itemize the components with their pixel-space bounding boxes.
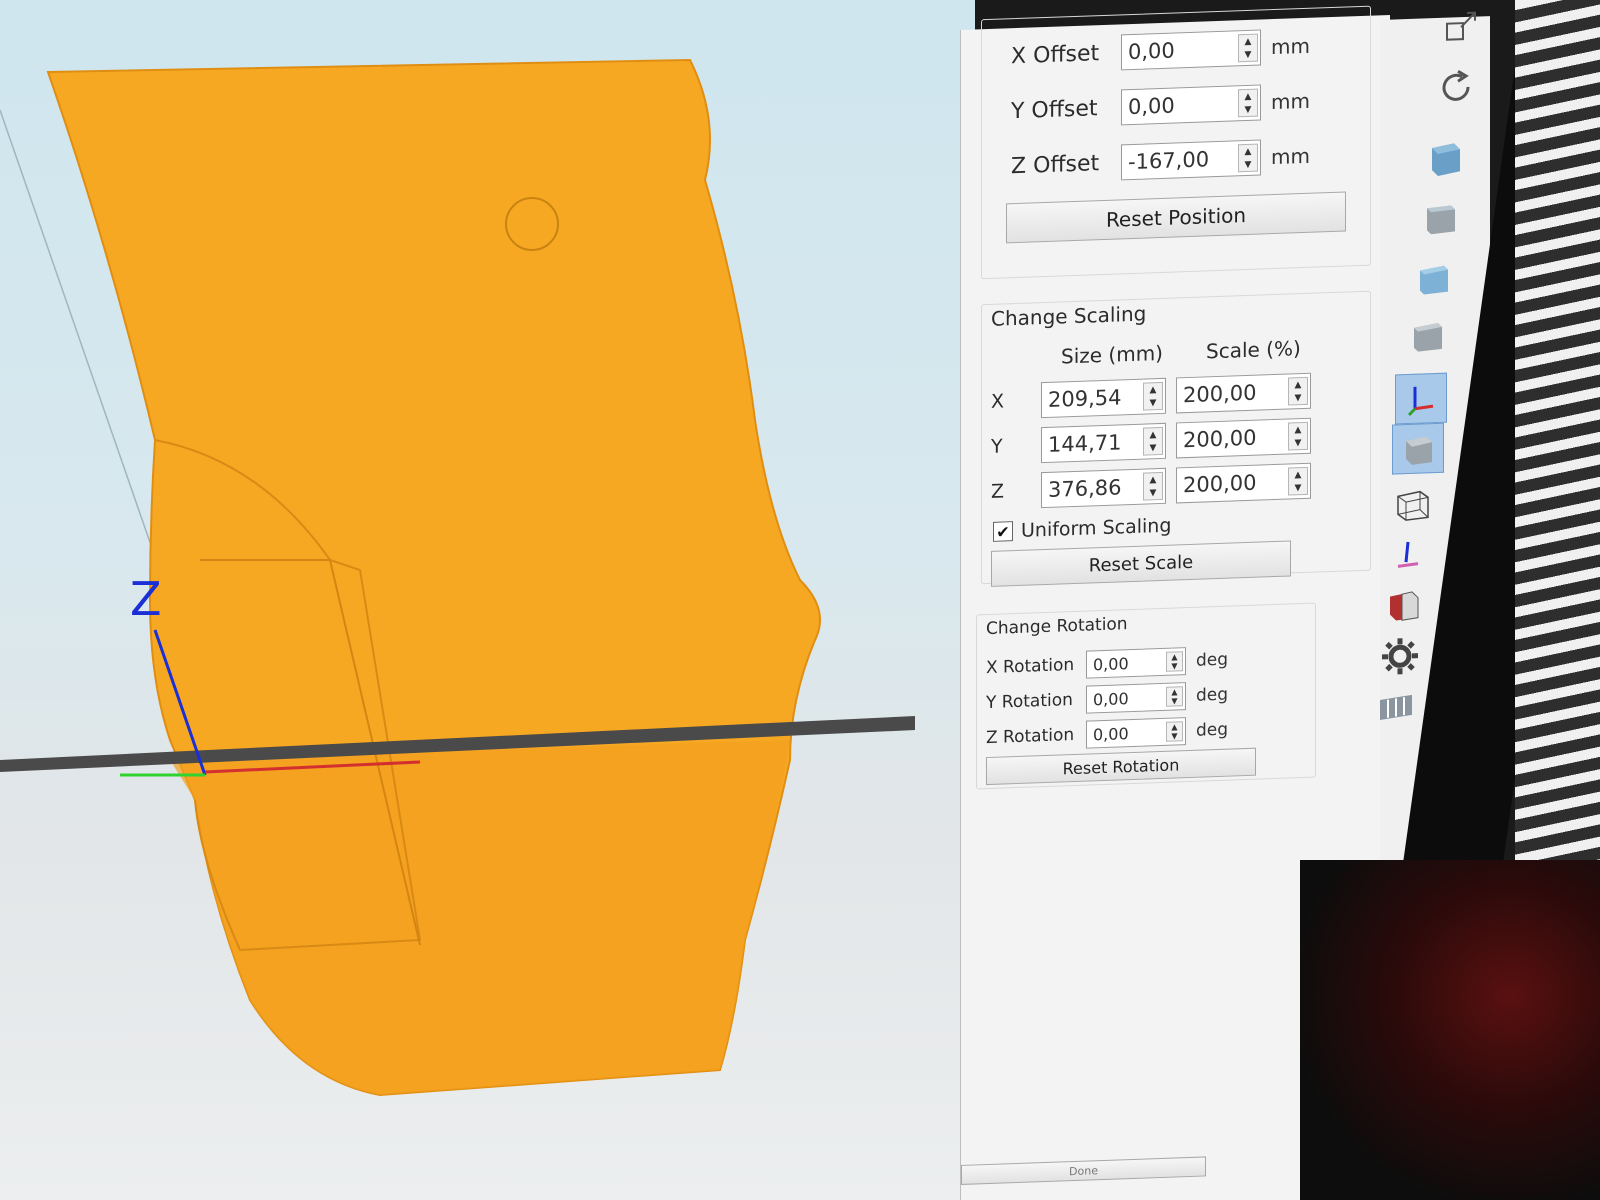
slicer-icon[interactable] — [1370, 681, 1422, 733]
scale-y-value: 200,00 — [1183, 425, 1257, 453]
y-offset-unit: mm — [1271, 88, 1310, 115]
x-rotation-spinner[interactable]: ▲ ▼ — [1166, 651, 1183, 672]
wireframe-cube-icon[interactable] — [1388, 478, 1440, 530]
scale-z-value: 200,00 — [1183, 470, 1257, 498]
z-offset-input[interactable]: -167,00 ▲ ▼ — [1121, 139, 1261, 181]
size-header: Size (mm) — [1061, 340, 1163, 369]
scale-axis-label: X — [991, 390, 1005, 413]
model-lower-shade — [170, 740, 790, 1095]
x-offset-value: 0,00 — [1128, 38, 1175, 65]
spin-down-icon[interactable]: ▼ — [1245, 49, 1252, 59]
y-rotation-unit: deg — [1196, 684, 1229, 706]
y-offset-input[interactable]: 0,00 ▲ ▼ — [1121, 84, 1261, 126]
y-rotation-spinner[interactable]: ▲ ▼ — [1166, 686, 1183, 707]
scale-x-spinner[interactable]: ▲ ▼ — [1288, 376, 1308, 406]
model-render: Z — [0, 58, 915, 1097]
y-offset-label: Y Offset — [1011, 95, 1098, 124]
solid-cube-icon[interactable] — [1392, 422, 1444, 475]
pointer-icon[interactable] — [1382, 528, 1434, 580]
scale-y-spinner[interactable]: ▲ ▼ — [1288, 421, 1308, 451]
x-offset-input[interactable]: 0,00 ▲ ▼ — [1121, 29, 1261, 71]
spin-down-icon[interactable]: ▼ — [1245, 159, 1252, 169]
uniform-scaling-checkbox[interactable]: ✔ — [993, 521, 1013, 542]
rotate-view-icon[interactable] — [1430, 61, 1482, 113]
x-offset-label: X Offset — [1011, 40, 1100, 69]
scale-x-value: 200,00 — [1183, 380, 1257, 408]
size-z-input[interactable]: 376,86 ▲ ▼ — [1041, 467, 1166, 509]
scale-z-spinner[interactable]: ▲ ▼ — [1288, 466, 1308, 496]
spin-up-icon[interactable]: ▲ — [1245, 91, 1252, 101]
spin-up-icon[interactable]: ▲ — [1150, 475, 1157, 485]
size-x-value: 209,54 — [1048, 385, 1122, 412]
size-z-spinner[interactable]: ▲ ▼ — [1143, 471, 1163, 501]
spin-up-icon[interactable]: ▲ — [1171, 652, 1177, 661]
spin-down-icon[interactable]: ▼ — [1295, 483, 1302, 493]
spin-up-icon[interactable]: ▲ — [1171, 722, 1177, 731]
spin-down-icon[interactable]: ▼ — [1150, 443, 1157, 453]
size-x-input[interactable]: 209,54 ▲ ▼ — [1041, 377, 1166, 419]
spin-up-icon[interactable]: ▲ — [1295, 425, 1302, 435]
x-rotation-label: X Rotation — [986, 655, 1075, 679]
spin-down-icon[interactable]: ▼ — [1171, 696, 1177, 705]
spin-up-icon[interactable]: ▲ — [1245, 146, 1252, 156]
x-rotation-unit: deg — [1196, 649, 1229, 671]
view-iso-icon[interactable] — [1420, 132, 1472, 184]
z-offset-spinner[interactable]: ▲ ▼ — [1238, 143, 1258, 173]
spin-up-icon[interactable]: ▲ — [1150, 430, 1157, 440]
spin-up-icon[interactable]: ▲ — [1150, 385, 1157, 395]
spin-down-icon[interactable]: ▼ — [1171, 731, 1177, 740]
view-top-icon[interactable] — [1402, 309, 1454, 361]
scale-axis-label: Y — [991, 435, 1003, 458]
spin-down-icon[interactable]: ▼ — [1295, 438, 1302, 448]
spin-up-icon[interactable]: ▲ — [1295, 380, 1302, 390]
scale-y-input[interactable]: 200,00 ▲ ▼ — [1176, 417, 1311, 459]
scale-x-input[interactable]: 200,00 ▲ ▼ — [1176, 372, 1311, 414]
spin-down-icon[interactable]: ▼ — [1150, 398, 1157, 408]
z-rotation-unit: deg — [1196, 719, 1229, 741]
y-rotation-input[interactable]: 0,00 ▲ ▼ — [1086, 682, 1186, 714]
view-side-icon[interactable] — [1408, 252, 1460, 304]
z-rotation-label: Z Rotation — [986, 725, 1075, 749]
x-offset-spinner[interactable]: ▲ ▼ — [1238, 33, 1258, 63]
view-front-icon[interactable] — [1415, 192, 1467, 244]
y-offset-spinner[interactable]: ▲ ▼ — [1238, 88, 1258, 118]
room-background — [1300, 860, 1600, 1200]
y-rotation-label: Y Rotation — [986, 690, 1073, 714]
size-y-input[interactable]: 144,71 ▲ ▼ — [1041, 422, 1166, 464]
x-rotation-value: 0,00 — [1093, 653, 1129, 674]
done-button[interactable]: Done — [961, 1156, 1206, 1185]
3d-viewport[interactable]: Z — [0, 0, 975, 1200]
spin-down-icon[interactable]: ▼ — [1245, 104, 1252, 114]
z-offset-value: -167,00 — [1128, 147, 1210, 175]
size-y-spinner[interactable]: ▲ ▼ — [1143, 426, 1163, 456]
size-x-spinner[interactable]: ▲ ▼ — [1143, 381, 1163, 411]
spin-down-icon[interactable]: ▼ — [1150, 488, 1157, 498]
scale-axis-label: Z — [991, 480, 1005, 503]
z-offset-label: Z Offset — [1011, 150, 1100, 179]
x-rotation-input[interactable]: 0,00 ▲ ▼ — [1086, 647, 1186, 679]
scale-header: Scale (%) — [1206, 336, 1301, 364]
z-rotation-spinner[interactable]: ▲ ▼ — [1166, 721, 1183, 742]
size-y-value: 144,71 — [1048, 430, 1122, 457]
scale-z-input[interactable]: 200,00 ▲ ▼ — [1176, 462, 1311, 504]
z-offset-unit: mm — [1271, 143, 1310, 170]
y-offset-value: 0,00 — [1128, 93, 1175, 120]
section-cube-icon[interactable] — [1378, 578, 1430, 630]
spin-up-icon[interactable]: ▲ — [1171, 687, 1177, 696]
zoom-fit-icon[interactable] — [1435, 1, 1487, 53]
y-rotation-value: 0,00 — [1093, 688, 1129, 709]
settings-gear-icon[interactable] — [1374, 630, 1426, 682]
z-rotation-input[interactable]: 0,00 ▲ ▼ — [1086, 717, 1186, 749]
size-z-value: 376,86 — [1048, 475, 1122, 502]
spin-down-icon[interactable]: ▼ — [1171, 661, 1177, 670]
spin-up-icon[interactable]: ▲ — [1245, 36, 1252, 46]
x-offset-unit: mm — [1271, 33, 1310, 60]
spin-up-icon[interactable]: ▲ — [1295, 470, 1302, 480]
z-axis-label: Z — [130, 572, 162, 626]
axes-icon[interactable] — [1395, 372, 1447, 425]
spin-down-icon[interactable]: ▼ — [1295, 393, 1302, 403]
z-rotation-value: 0,00 — [1093, 723, 1129, 744]
